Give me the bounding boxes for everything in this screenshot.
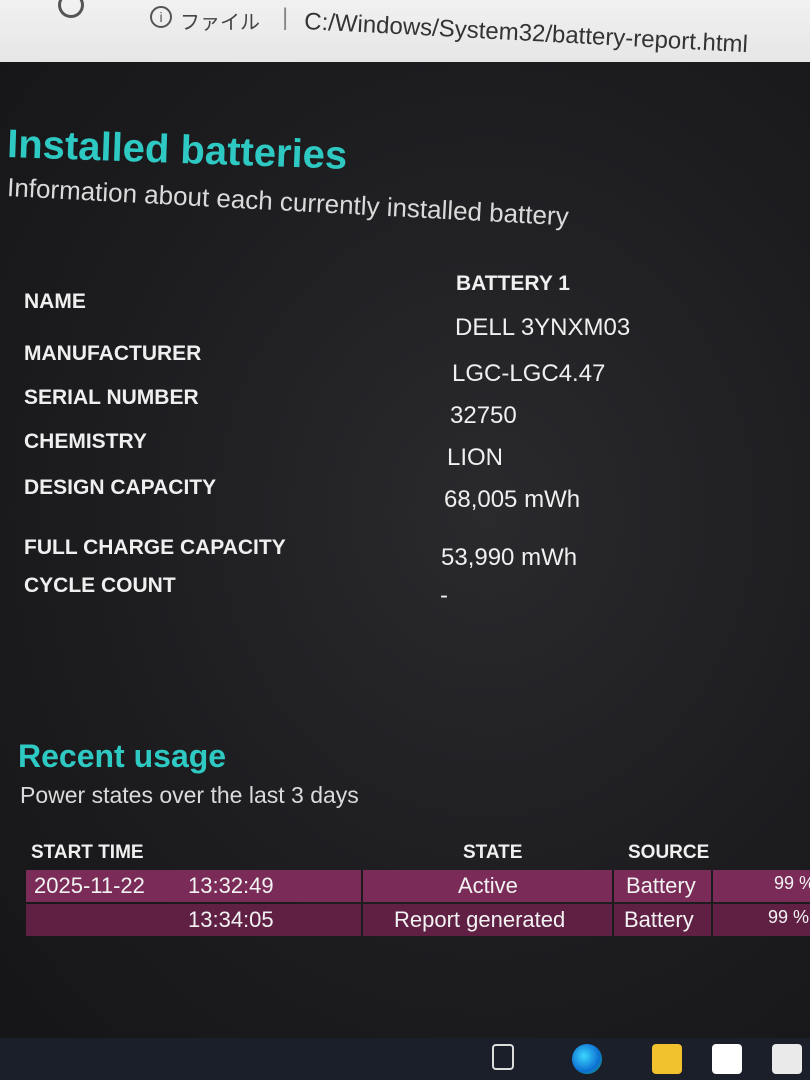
value-chemistry: LION bbox=[447, 444, 504, 471]
task-view-icon[interactable] bbox=[492, 1044, 514, 1070]
column-start-time: START TIME bbox=[31, 842, 144, 863]
value-design-capacity: 68,005 mWh bbox=[444, 486, 581, 513]
cell-divider bbox=[711, 870, 713, 902]
mail-icon[interactable] bbox=[772, 1044, 802, 1074]
cell-divider bbox=[361, 870, 363, 902]
column-state: STATE bbox=[463, 842, 523, 863]
file-scheme-label: ファイル bbox=[180, 12, 260, 34]
label-chemistry: CHEMISTRY bbox=[24, 430, 147, 453]
store-icon[interactable] bbox=[712, 1044, 742, 1074]
label-full-charge-capacity: FULL CHARGE CAPACITY bbox=[24, 536, 286, 559]
table-row: 2025-11-22 13:32:49 Active Battery 99 % bbox=[26, 870, 810, 902]
value-full-charge-capacity: 53,990 mWh bbox=[441, 544, 578, 571]
value-serial-number: 32750 bbox=[450, 402, 517, 429]
recent-usage-subtitle: Power states over the last 3 days bbox=[20, 782, 359, 808]
label-name: NAME bbox=[24, 290, 86, 313]
cell-divider bbox=[361, 904, 363, 936]
label-cycle-count: CYCLE COUNT bbox=[24, 574, 176, 597]
value-name: DELL 3YNXM03 bbox=[455, 314, 631, 341]
row-capacity: 99 % bbox=[774, 873, 810, 893]
edge-icon[interactable] bbox=[572, 1044, 602, 1074]
column-source: SOURCE bbox=[628, 842, 710, 863]
battery-1-header: BATTERY 1 bbox=[456, 272, 570, 295]
reload-icon[interactable] bbox=[58, 0, 84, 18]
url-field[interactable]: C:/Windows/System32/battery-report.html bbox=[304, 8, 749, 59]
value-cycle-count: - bbox=[440, 582, 448, 609]
label-manufacturer: MANUFACTURER bbox=[24, 342, 202, 365]
row-state: Report generated bbox=[394, 907, 566, 932]
report-page: Installed batteries Information about ea… bbox=[0, 62, 810, 1062]
cell-divider bbox=[612, 904, 614, 936]
cell-divider bbox=[612, 870, 614, 902]
info-icon[interactable]: i bbox=[150, 6, 172, 28]
browser-address-bar: i ファイル | C:/Windows/System32/battery-rep… bbox=[0, 0, 810, 62]
value-manufacturer: LGC-LGC4.47 bbox=[452, 360, 606, 387]
taskbar bbox=[0, 1038, 810, 1080]
row-time: 13:32:49 bbox=[188, 873, 274, 898]
row-capacity: 99 % bbox=[768, 907, 810, 927]
label-design-capacity: DESIGN CAPACITY bbox=[24, 476, 217, 499]
installed-batteries-title: Installed batteries bbox=[6, 122, 348, 178]
cell-divider bbox=[711, 904, 713, 936]
row-source: Battery bbox=[624, 907, 694, 932]
installed-batteries-subtitle: Information about each currently install… bbox=[6, 172, 570, 232]
recent-usage-title: Recent usage bbox=[18, 738, 227, 774]
row-time: 13:34:05 bbox=[188, 907, 274, 932]
row-source: Battery bbox=[626, 873, 696, 898]
address-separator: | bbox=[282, 4, 289, 31]
label-serial-number: SERIAL NUMBER bbox=[24, 386, 199, 409]
row-state: Active bbox=[458, 873, 518, 898]
row-date: 2025-11-22 bbox=[34, 873, 145, 898]
file-explorer-icon[interactable] bbox=[652, 1044, 682, 1074]
table-row: 13:34:05 Report generated Battery 99 % bbox=[26, 904, 810, 936]
